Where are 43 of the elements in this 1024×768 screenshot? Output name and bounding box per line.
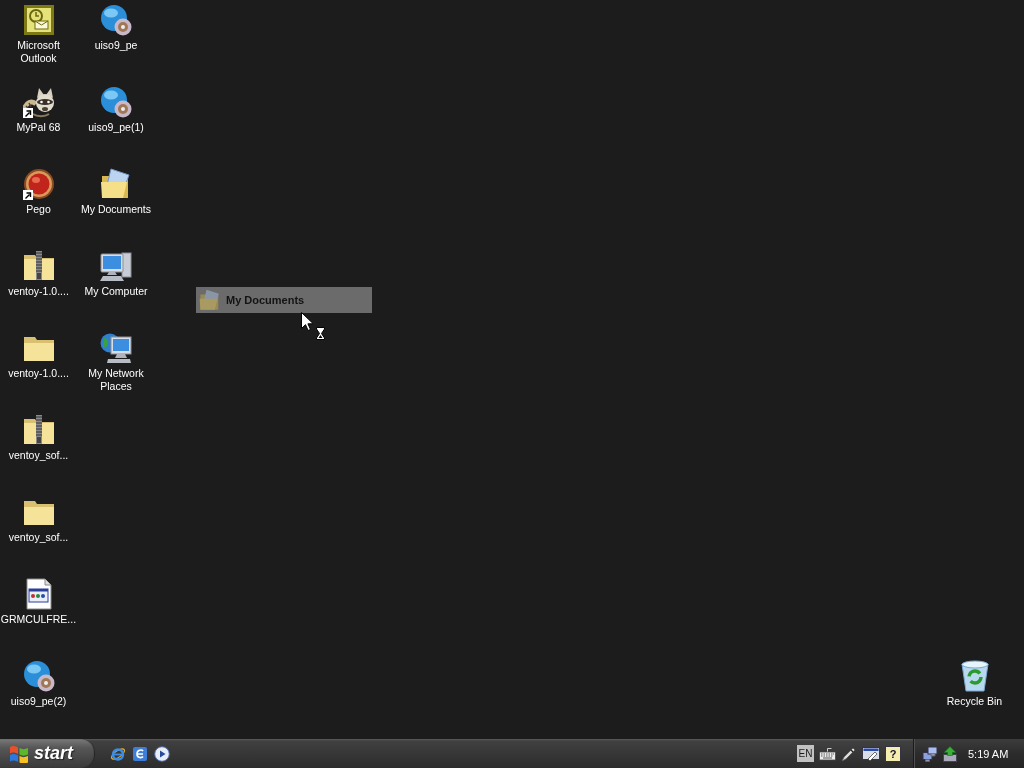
drag-ghost-label: My Documents — [226, 294, 305, 306]
desktop-icon-label[interactable]: ventoy_sof... — [8, 449, 69, 462]
desktop-icon-label[interactable]: uiso9_pe — [94, 39, 138, 52]
app-tile-icon[interactable] — [132, 745, 148, 762]
zip-folder-icon[interactable] — [22, 250, 55, 282]
desktop-icon-label[interactable]: My Computer — [84, 285, 148, 298]
desktop-icon-label[interactable]: My Documents — [81, 203, 151, 216]
e-logo-icon[interactable] — [110, 745, 126, 762]
documents-folder-icon — [199, 289, 221, 311]
desktop-icon-label[interactable]: uiso9_pe(1) — [88, 121, 144, 134]
zip-folder-icon[interactable] — [22, 414, 55, 446]
mouse-pointer-icon — [301, 312, 313, 331]
play-icon[interactable] — [154, 745, 170, 762]
globe-disc-icon[interactable] — [100, 86, 132, 118]
desktop-icon-label[interactable]: ventoy-1.0.... — [8, 367, 69, 380]
desktop-icon-label[interactable]: Recycle Bin — [946, 695, 1003, 708]
recycle-bin-icon[interactable] — [958, 660, 991, 692]
pen-icon[interactable] — [841, 745, 857, 762]
globe-disc-icon[interactable] — [22, 660, 55, 692]
desktop-icon-label[interactable]: Microsoft Outlook — [0, 39, 77, 65]
flag-logo-icon — [9, 744, 29, 763]
desktop-icon-label[interactable]: Pego — [26, 203, 51, 216]
help-icon[interactable]: ? — [885, 745, 901, 762]
desktop-icon-label[interactable]: uiso9_pe(2) — [10, 695, 67, 708]
start-button[interactable]: start — [0, 739, 95, 768]
language-indicator[interactable]: EN — [797, 745, 814, 762]
desktop-icon-label[interactable]: GRMCULFRE... — [0, 613, 77, 626]
desktop-icon-label[interactable]: My Network Places — [77, 367, 155, 393]
desktop-icon-label[interactable]: ventoy-1.0.... — [8, 285, 69, 298]
ball-icon[interactable] — [22, 168, 55, 200]
network-icon[interactable] — [922, 745, 938, 762]
computer-icon[interactable] — [100, 250, 132, 282]
globe-disc-icon[interactable] — [100, 4, 132, 36]
taskbar-clock[interactable]: 5:19 AM — [968, 747, 1009, 760]
monitor-pen-icon[interactable] — [862, 745, 880, 762]
keyboard-icon[interactable] — [819, 745, 836, 762]
device-arrow-icon[interactable] — [942, 745, 958, 762]
desktop-icon-label[interactable]: MyPal 68 — [16, 121, 61, 134]
network-computer-icon[interactable] — [100, 332, 132, 364]
hourglass-icon — [316, 327, 325, 340]
desktop-icon-label[interactable]: ventoy_sof... — [8, 531, 69, 544]
clock-envelope-icon[interactable] — [22, 4, 55, 36]
documents-folder-icon[interactable] — [100, 168, 132, 200]
